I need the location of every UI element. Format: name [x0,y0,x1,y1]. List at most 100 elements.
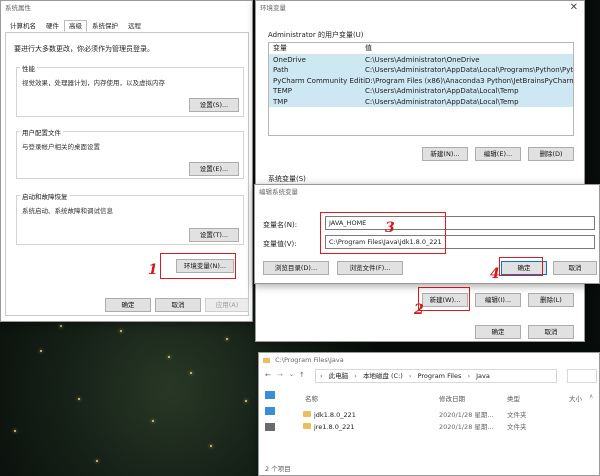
firefly [168,356,170,358]
step-1-label: 1 [148,262,158,278]
ok-button[interactable]: 确定 [105,298,151,312]
step-4-highlight [499,257,543,276]
firefly [210,445,212,447]
startup-recovery-description: 系统启动、系统故障和调试信息 [22,207,113,215]
window-titlebar: 环境变量 ✕ [256,1,584,15]
variable-name: OneDrive [273,56,306,64]
new-user-variable-button[interactable]: 新建(N)... [422,147,468,161]
list-header: 变量 值 [269,43,573,55]
breadcrumb-java[interactable]: Java [476,372,490,380]
variable-value: C:\Users\Administrator\OneDrive [365,56,480,64]
network-icon[interactable] [265,423,275,431]
performance-group: 性能 视觉效果，处理器计划，内存使用，以及虚拟内存 设置(S)... [16,63,244,117]
search-box[interactable] [567,369,597,383]
variable-value-label: 变量值(V): [263,240,297,248]
ok-button[interactable]: 确定 [475,325,521,339]
variable-value: C:\Users\Administrator\AppData\Local\Pro… [365,66,573,75]
chevron-right-icon: › [354,372,357,380]
firefly [120,330,122,332]
performance-settings-button[interactable]: 设置(S)... [189,98,239,112]
breadcrumb-this-pc[interactable]: 此电脑 [325,372,349,380]
delete-system-variable-button[interactable]: 删除(L) [528,293,574,307]
variable-name: TEMP [273,87,292,96]
list-item[interactable]: PyCharm Community Editi... D:\Program Fi… [269,75,573,87]
firefly [245,400,247,402]
cancel-button[interactable]: 取消 [528,325,574,339]
this-pc-icon[interactable] [265,407,275,415]
file-explorer-window: C:\Program Files\Java ← → ⌄ ↑ › 此电脑 › 本地… [258,352,600,476]
value-column-header[interactable]: 值 [365,43,573,54]
system-variables-label: 系统变量(S) [268,175,306,183]
firefly [96,460,98,462]
tab-remote[interactable]: 远程 [123,20,146,32]
recent-chevron-icon[interactable]: ⌄ [289,371,294,378]
firefly [78,398,80,400]
startup-recovery-settings-button[interactable]: 设置(T)... [189,228,239,242]
window-title: 环境变量 [260,4,286,12]
cancel-button[interactable]: 取消 [553,261,597,275]
variable-value: C:\Users\Administrator\AppData\Local\Tem… [365,97,519,106]
folder-icon [303,411,311,417]
edit-system-variable-button[interactable]: 编辑(I)... [475,293,521,307]
list-item[interactable]: Path C:\Users\Administrator\AppData\Loca… [269,65,573,76]
breadcrumb-separator: › [320,372,323,380]
user-variables-list[interactable]: 变量 值 OneDrive C:\Users\Administrator\One… [268,42,574,136]
firefly [40,350,42,352]
browse-file-button[interactable]: 浏览文件(F)... [337,261,403,275]
forward-arrow-icon[interactable]: → [277,371,283,379]
user-variables-label: Administrator 的用户变量(U) [268,31,364,39]
list-item[interactable]: TEMP C:\Users\Administrator\AppData\Loca… [269,86,573,97]
startup-recovery-group: 启动和故障恢复 系统启动、系统故障和调试信息 设置(T)... [16,191,244,245]
firefly [190,372,192,374]
explorer-titlebar: C:\Program Files\Java [259,353,599,367]
type-column-header[interactable]: 类型 [507,394,520,405]
step-2-label: 2 [414,302,424,318]
chevron-up-icon[interactable]: ∧ [589,393,593,400]
step-2-highlight [418,287,470,311]
back-arrow-icon[interactable]: ← [265,371,271,379]
date-column-header[interactable]: 修改日期 [439,394,465,405]
apply-button[interactable]: 应用(A) [205,298,249,312]
file-type: 文件夹 [507,423,527,431]
edit-user-variable-button[interactable]: 编辑(E)... [475,147,521,161]
close-icon[interactable]: ✕ [570,1,578,15]
firefly [226,338,228,340]
tab-computer-name[interactable]: 计算机名 [5,20,41,32]
quick-access-icon[interactable] [265,391,275,399]
variable-name-label: 变量名(N): [263,221,298,229]
dialog-title: 编辑系统变量 [259,188,298,196]
tab-hardware[interactable]: 硬件 [41,20,64,32]
variable-value: C:\Users\Administrator\AppData\Local\Tem… [365,87,519,96]
folder-icon [303,423,311,429]
firefly [14,430,16,432]
breadcrumb-program-files[interactable]: Program Files [418,372,462,380]
tab-system-protection[interactable]: 系统保护 [87,20,123,32]
performance-title: 性能 [20,63,37,73]
file-type: 文件夹 [507,411,527,419]
address-bar[interactable]: › 此电脑 › 本地磁盘 (C:) › Program Files › Java [315,369,557,383]
up-arrow-icon[interactable]: ↑ [299,371,305,379]
list-item[interactable]: OneDrive C:\Users\Administrator\OneDrive [269,55,573,66]
browse-directory-button[interactable]: 浏览目录(D)... [263,261,329,275]
folder-name: jdk1.8.0_221 [314,411,356,419]
variable-column-header[interactable]: 变量 [269,43,365,54]
explorer-title: C:\Program Files\Java [275,356,344,364]
folder-icon [263,357,270,363]
cancel-button[interactable]: 取消 [155,298,201,312]
variable-name: PyCharm Community Editi... [273,76,365,85]
chevron-right-icon: › [467,372,471,380]
size-column-header[interactable]: 大小 [569,394,582,405]
name-column-header[interactable]: 名称 [305,394,318,405]
delete-user-variable-button[interactable]: 删除(D) [528,147,574,161]
tab-advanced[interactable]: 高级 [64,20,87,32]
variable-name: TMP [273,97,288,106]
user-profile-settings-button[interactable]: 设置(E)... [189,162,239,176]
user-profile-group: 用户配置文件 与登录帐户相关的桌面设置 设置(E)... [16,127,244,179]
step-4-label: 4 [490,266,500,282]
list-item[interactable]: TMP C:\Users\Administrator\AppData\Local… [269,96,573,107]
breadcrumb-local-disk[interactable]: 本地磁盘 (C:) [363,372,403,380]
admin-note: 要进行大多数更改，你必须作为管理员登录。 [14,45,154,53]
step-3-label: 3 [385,220,395,236]
window-title: 系统属性 [5,4,31,12]
variable-value: D:\Program Files (x86)\Anaconda3 Python\… [365,76,573,85]
